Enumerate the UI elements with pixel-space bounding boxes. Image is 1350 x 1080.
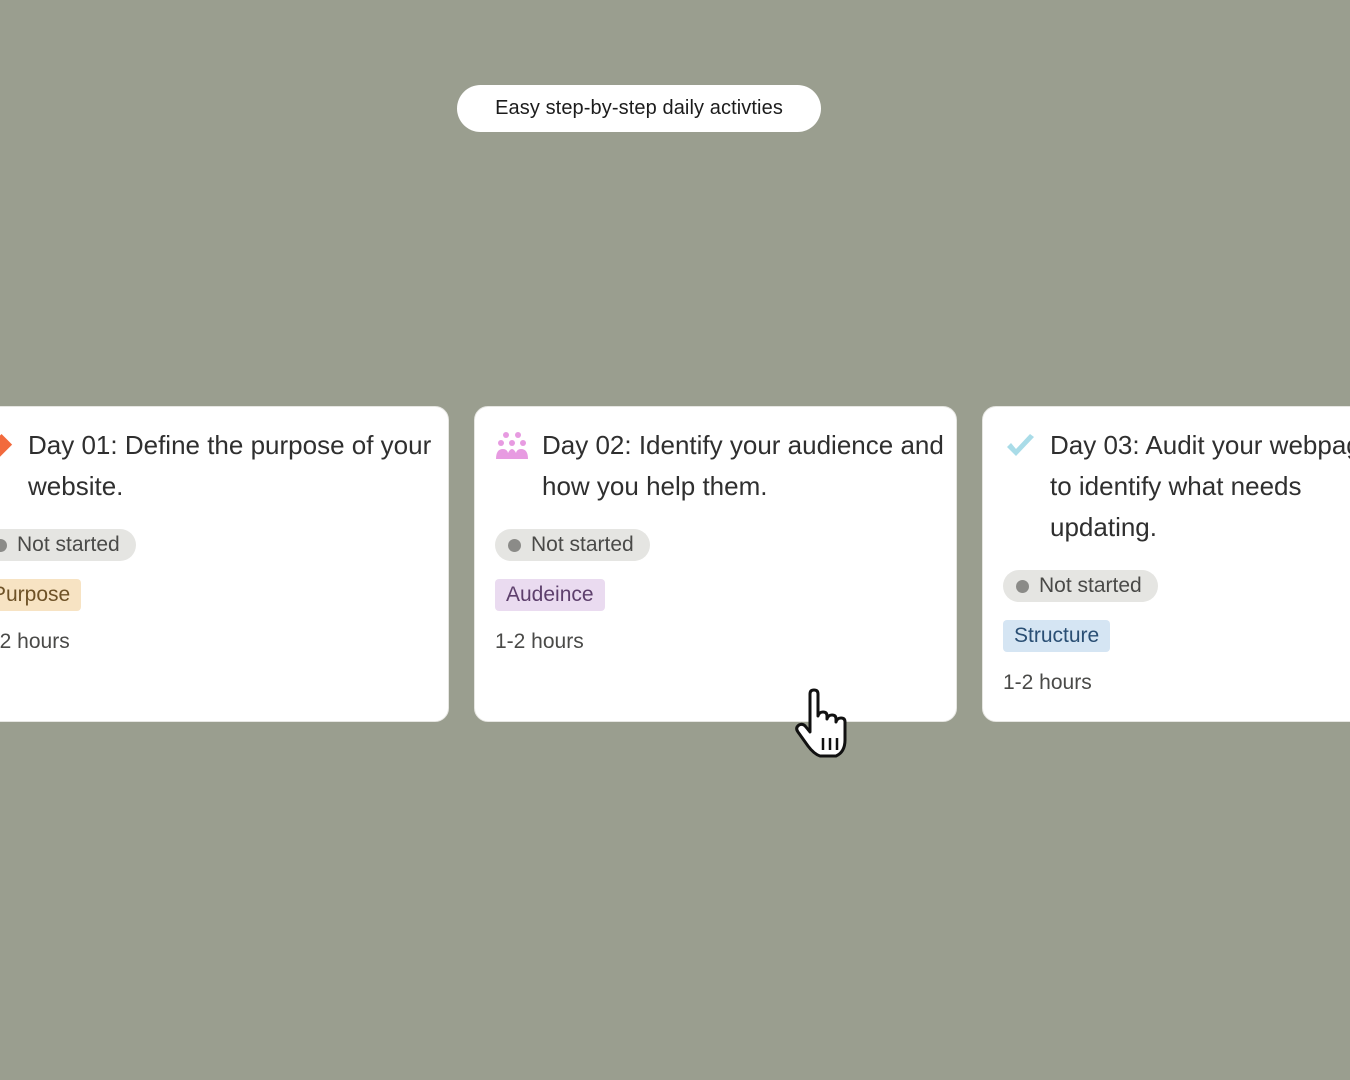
task-card-title-line: updating. — [1050, 512, 1157, 542]
people-group-icon — [495, 429, 529, 463]
task-card-title: Day 03: Audit your webpages to identify … — [1050, 425, 1350, 548]
task-card-day-03[interactable]: Day 03: Audit your webpages to identify … — [982, 406, 1350, 722]
task-card-title-line: Day 03: Audit your webpages — [1050, 430, 1350, 460]
task-card-title-line: to identify what needs — [1050, 471, 1302, 501]
status-badge[interactable]: Not started — [0, 529, 136, 561]
category-tag[interactable]: Purpose — [0, 579, 82, 611]
feature-heading-pill: Easy step-by-step daily activties — [457, 85, 821, 132]
status-dot-icon — [0, 538, 7, 552]
category-tag[interactable]: Structure — [1003, 620, 1111, 652]
task-card-title-row: Day 01: Define the purpose of your websi… — [0, 425, 438, 507]
task-card-content: Day 03: Audit your webpages to identify … — [1003, 425, 1350, 695]
task-card-content: Day 01: Define the purpose of your websi… — [0, 425, 438, 654]
task-card-title: Day 02: Identify your audience and how y… — [542, 430, 944, 501]
duration-label: 1-2 hours — [1003, 671, 1092, 694]
task-card-title-row: Day 03: Audit your webpages to identify … — [1003, 425, 1350, 548]
feature-heading-text: Easy step-by-step daily activties — [495, 97, 783, 119]
duration-label: 1-2 hours — [495, 630, 584, 653]
status-badge[interactable]: Not started — [495, 529, 650, 561]
pencil-icon — [0, 429, 15, 463]
status-label: Not started — [1039, 574, 1142, 597]
status-label: Not started — [17, 533, 120, 556]
task-card-content: Day 02: Identify your audience and how y… — [495, 425, 946, 654]
duration-label: 1-2 hours — [0, 630, 70, 653]
task-card-day-02[interactable]: Day 02: Identify your audience and how y… — [474, 406, 957, 722]
canvas: Easy step-by-step daily activties Day 01… — [0, 0, 1350, 1080]
status-label: Not started — [531, 533, 634, 556]
category-tag[interactable]: Audeince — [495, 579, 605, 611]
task-card-title-row: Day 02: Identify your audience and how y… — [495, 425, 946, 507]
status-badge[interactable]: Not started — [1003, 570, 1158, 602]
status-dot-icon — [508, 538, 521, 552]
hand-pointer-cursor-icon — [790, 688, 856, 760]
task-card-title: Day 01: Define the purpose of your websi… — [28, 430, 432, 501]
status-dot-icon — [1016, 579, 1029, 593]
task-card-day-01[interactable]: Day 01: Define the purpose of your websi… — [0, 406, 449, 722]
checkmark-icon — [1003, 429, 1037, 463]
